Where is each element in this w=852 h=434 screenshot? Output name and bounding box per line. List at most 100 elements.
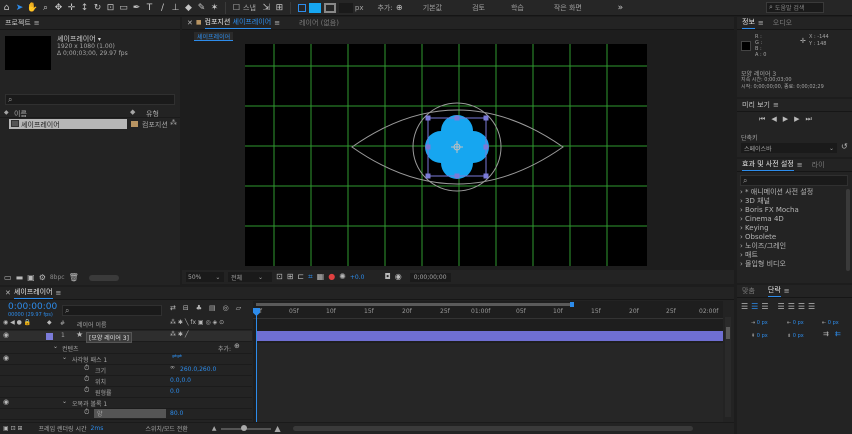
project-search-input[interactable]: ⌕ xyxy=(5,94,175,105)
add-circle-icon[interactable]: ⊕ xyxy=(234,343,240,350)
roundness-value[interactable]: 0.0 xyxy=(170,388,180,395)
workspace-learn[interactable]: 학습 xyxy=(511,3,524,13)
position-value[interactable]: 0.0,0.0 xyxy=(170,377,191,384)
pucker-row[interactable]: ◉ ⌄ 오목과 볼록 1 xyxy=(0,398,252,409)
panel-menu-icon[interactable]: ≡ xyxy=(274,19,280,27)
align-left-icon[interactable]: ☰ xyxy=(741,303,748,311)
timeline-vertical-scrollbar[interactable] xyxy=(725,317,731,417)
project-item-row[interactable]: 셰이프레이어 컴포지션 ⁂ xyxy=(0,119,180,129)
close-icon[interactable]: ✕ xyxy=(5,289,11,297)
show-snapshot-icon[interactable]: ◉ xyxy=(395,273,402,281)
timeline-search-input[interactable]: ⌕ xyxy=(62,305,162,316)
hand-tool-icon[interactable]: ✋ xyxy=(26,1,39,15)
clone-stamp-tool-icon[interactable]: ⊥ xyxy=(169,1,182,15)
effects-category[interactable]: › * 애니메이션 사전 설정 xyxy=(737,188,845,197)
rect-path-row[interactable]: ◉ ⌄ 사각형 패스 1 ⇌⇌ xyxy=(0,354,252,365)
workspace-small-screen[interactable]: 작은 화면 xyxy=(554,3,582,13)
amount-row[interactable]: ⏱ 양 80.0 xyxy=(0,409,252,420)
expand-arrow-icon[interactable]: ⌄ xyxy=(53,344,58,350)
zoom-out-mountain-icon[interactable]: ▲ xyxy=(212,425,217,432)
grid-toggle-icon[interactable]: ▦ xyxy=(317,273,325,281)
channel-icon[interactable]: ● xyxy=(328,273,335,281)
pan-tool-icon[interactable]: ✛ xyxy=(65,1,78,15)
snap-grid-icon[interactable]: ⊞ xyxy=(273,1,286,15)
column-name[interactable]: 이름 xyxy=(14,109,27,119)
bpc-button[interactable]: 8bpc xyxy=(50,274,65,281)
puppet-tool-icon[interactable]: ✶ xyxy=(208,1,221,15)
work-area-end-handle[interactable] xyxy=(570,302,574,307)
tab-composition[interactable]: 컴포지션 셰이프레이어 xyxy=(204,17,272,29)
shortcut-dropdown[interactable]: 스페이스바 ⌄ xyxy=(741,143,837,153)
text-direction-rtl-icon[interactable]: ⇇ xyxy=(835,331,841,338)
panel-menu-icon[interactable]: ≡ xyxy=(34,19,40,27)
panel-menu-icon[interactable]: ≡ xyxy=(758,19,764,27)
justify-all-icon[interactable]: ☰ xyxy=(808,303,815,311)
layer-name-column[interactable]: 레이어 이름 xyxy=(77,320,107,329)
stroke-width-field[interactable] xyxy=(338,2,353,13)
shape-tool-icon[interactable]: ▭ xyxy=(117,1,130,15)
text-direction-ltr-icon[interactable]: ⇉ xyxy=(823,331,829,338)
effects-category[interactable]: › 매트 xyxy=(737,251,845,260)
visibility-eye-icon[interactable]: ◉ xyxy=(3,399,9,406)
panel-menu-icon[interactable]: ≡ xyxy=(773,101,779,109)
workspace-default[interactable]: 기본값 xyxy=(423,3,442,13)
fill-color-swatch[interactable] xyxy=(308,2,321,13)
effects-search-input[interactable]: ⌕ xyxy=(740,175,848,186)
align-right-icon[interactable]: ☰ xyxy=(761,303,768,311)
effects-category[interactable]: › Keying xyxy=(737,224,845,233)
comp-dropdown-icon[interactable]: ▾ xyxy=(98,36,101,43)
graph-editor-icon[interactable]: ▱ xyxy=(236,305,241,312)
size-row[interactable]: ⏱ 크기 ∞ 260.0,260.0 xyxy=(0,365,252,376)
lock-icon[interactable]: ■ xyxy=(196,20,202,26)
work-area-bar[interactable] xyxy=(256,302,574,307)
path-direction-icons[interactable]: ⇌⇌ xyxy=(172,354,182,360)
timeline-scrollbar[interactable] xyxy=(292,426,693,431)
zoom-tool-icon[interactable]: ⌕ xyxy=(39,1,52,15)
settings-icon[interactable]: ⚙ xyxy=(39,273,46,282)
panel-menu-icon[interactable]: ≡ xyxy=(797,161,803,169)
workspace-review[interactable]: 검토 xyxy=(472,3,485,13)
indent-first[interactable]: ⇤ 0 px xyxy=(822,320,839,326)
expand-arrow-icon[interactable]: ⌄ xyxy=(62,399,67,405)
close-icon[interactable]: ✕ xyxy=(187,19,193,27)
constrain-link-icon[interactable]: ∞ xyxy=(170,365,175,371)
toggle-switches-modes[interactable]: 스위치/모드 전환 xyxy=(145,424,188,433)
interpret-footage-icon[interactable]: ▭ xyxy=(4,273,12,282)
first-frame-icon[interactable]: ⏮ xyxy=(759,116,765,123)
effects-category[interactable]: › Cinema 4D xyxy=(737,215,845,224)
eraser-tool-icon[interactable]: ◆ xyxy=(182,1,195,15)
color-management-icon[interactable]: ✺ xyxy=(339,273,346,281)
time-ruler[interactable]: 0f 05f 10f 15f 20f 25f 01:00f 05f 10f 15… xyxy=(253,308,723,319)
tab-layer[interactable]: 레이어 (없음) xyxy=(299,18,339,28)
space-before[interactable]: ⇞ 0 px xyxy=(751,333,768,339)
snap-checkbox-icon[interactable]: ☐ xyxy=(230,1,243,15)
indent-right[interactable]: ⇤ 0 px xyxy=(787,320,804,326)
roundness-row[interactable]: ⏱ 원형률 0.0 xyxy=(0,387,252,398)
effects-category[interactable]: › Obsolete xyxy=(737,233,845,242)
add-circle-icon[interactable]: ⊕ xyxy=(393,1,406,15)
play-icon[interactable]: ▶ xyxy=(783,116,788,123)
stopwatch-icon[interactable]: ⏱ xyxy=(84,387,89,394)
snap-option-icon[interactable]: ⇲ xyxy=(260,1,273,15)
rotate-tool-icon[interactable]: ↻ xyxy=(91,1,104,15)
stopwatch-icon[interactable]: ⏱ xyxy=(84,365,89,372)
project-panel-title[interactable]: 프로젝트 xyxy=(5,18,31,28)
space-after[interactable]: ⇟ 0 px xyxy=(787,333,804,339)
contents-row[interactable]: ⌄ 컨텐츠 추가: ⊕ xyxy=(0,343,252,354)
layer-label-color[interactable] xyxy=(46,333,53,340)
justify-right-icon[interactable]: ☰ xyxy=(798,303,805,311)
zoom-in-mountain-icon[interactable]: ▲ xyxy=(275,424,281,433)
justify-left-icon[interactable]: ☰ xyxy=(778,303,785,311)
project-scrollbar[interactable] xyxy=(88,274,119,281)
comp-viewer[interactable] xyxy=(182,43,734,269)
pen-tool-icon[interactable]: ✒ xyxy=(130,1,143,15)
tab-paragraph[interactable]: 단락 xyxy=(767,285,781,297)
amount-value[interactable]: 80.0 xyxy=(170,410,183,417)
stopwatch-icon[interactable]: ⏱ xyxy=(84,409,89,416)
brush-tool-icon[interactable]: ∕ xyxy=(156,1,169,15)
effects-category[interactable]: › 노이즈/그레인 xyxy=(737,242,845,251)
comp-breadcrumb[interactable]: 셰이프레이어 xyxy=(194,32,234,41)
timeline-timecode[interactable]: 0:00:00:00 xyxy=(8,302,57,312)
effects-category[interactable]: › 3D 채널 xyxy=(737,197,845,206)
tab-audio[interactable]: 오디오 xyxy=(773,18,792,28)
